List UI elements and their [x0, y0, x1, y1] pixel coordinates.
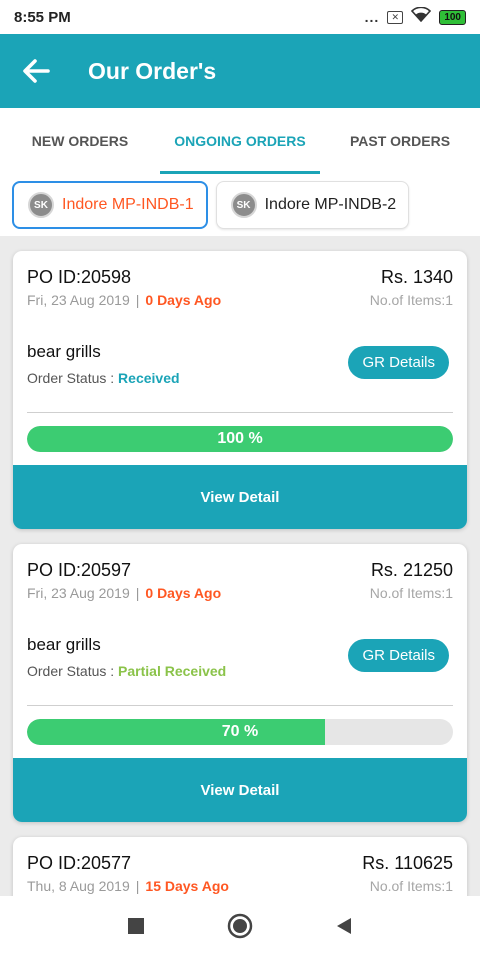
status-time: 8:55 PM: [14, 8, 71, 26]
store-chip-indb-1[interactable]: SK Indore MP-INDB-1: [12, 181, 208, 229]
divider: [27, 412, 453, 413]
app-bar: Our Order's: [0, 34, 480, 108]
recent-apps-button[interactable]: [127, 917, 145, 940]
system-nav-bar: [0, 896, 480, 960]
days-ago: 0 Days Ago: [145, 585, 222, 601]
item-count: No.of Items:1: [369, 292, 453, 308]
order-amount: Rs. 110625: [362, 853, 453, 873]
po-id: PO ID:20597: [27, 560, 132, 580]
progress-bar: 70 %: [27, 719, 453, 745]
tab-ongoing-orders[interactable]: ONGOING ORDERS: [160, 108, 320, 174]
progress-bar: 100 %: [27, 426, 453, 452]
progress-label: 100 %: [217, 430, 263, 447]
view-detail-button[interactable]: View Detail: [13, 465, 467, 529]
order-card: PO ID:20577 Rs. 110625 Thu, 8 Aug 2019 | 1…: [13, 837, 467, 896]
back-button[interactable]: [0, 34, 72, 108]
status-bar: 8:55 PM ... ✕ 100: [0, 0, 480, 34]
order-status-value: Received: [118, 370, 180, 386]
more-dots-icon: ...: [364, 9, 380, 25]
order-card: PO ID:20597 Rs. 21250 Fri, 23 Aug 2019 | 0…: [13, 544, 467, 822]
order-amount: Rs. 21250: [370, 560, 453, 580]
progress-label: 70 %: [221, 723, 259, 740]
po-id: PO ID:20598: [27, 267, 132, 287]
divider: [27, 705, 453, 706]
gr-details-button[interactable]: GR Details: [348, 639, 449, 672]
order-status-label: Order Status :: [27, 663, 115, 679]
store-label: Indore MP-INDB-2: [264, 196, 397, 213]
order-date: Fri, 23 Aug 2019: [27, 585, 130, 601]
item-count: No.of Items:1: [369, 878, 453, 894]
store-avatar: SK: [28, 192, 54, 218]
order-date: Fri, 23 Aug 2019: [27, 292, 130, 308]
item-count: No.of Items:1: [369, 585, 453, 601]
date-separator: |: [135, 292, 140, 308]
status-icons: ... ✕ 100: [364, 6, 466, 27]
view-detail-button[interactable]: View Detail: [13, 758, 467, 822]
store-label: Indore MP-INDB-1: [62, 196, 194, 213]
back-nav-button[interactable]: [335, 917, 353, 940]
order-date: Thu, 8 Aug 2019: [27, 878, 130, 894]
store-avatar: SK: [230, 192, 257, 218]
date-separator: |: [135, 878, 140, 894]
battery-icon: 100: [439, 9, 466, 25]
tab-new-orders[interactable]: NEW ORDERS: [0, 108, 160, 174]
gr-details-button[interactable]: GR Details: [348, 346, 449, 379]
tab-past-orders[interactable]: PAST ORDERS: [320, 108, 480, 174]
home-button[interactable]: [227, 913, 253, 944]
square-icon: [128, 917, 144, 934]
store-selector: SK Indore MP-INDB-1 SK Indore MP-INDB-2: [0, 174, 480, 236]
date-separator: |: [135, 585, 140, 601]
order-tabs: NEW ORDERS ONGOING ORDERS PAST ORDERS: [0, 108, 480, 174]
circle-icon: [227, 913, 253, 938]
po-id: PO ID:20577: [27, 853, 132, 873]
order-list[interactable]: PO ID:20598 Rs. 1340 Fri, 23 Aug 2019 | 0 …: [0, 236, 480, 896]
order-card: PO ID:20598 Rs. 1340 Fri, 23 Aug 2019 | 0 …: [13, 251, 467, 529]
order-status-label: Order Status :: [27, 370, 115, 386]
store-chip-indb-2[interactable]: SK Indore MP-INDB-2: [215, 181, 410, 229]
triangle-back-icon: [337, 917, 351, 934]
page-title: Our Order's: [88, 57, 217, 84]
days-ago: 0 Days Ago: [145, 292, 222, 308]
wifi-icon: [411, 6, 432, 27]
arrow-left-icon: [23, 59, 50, 83]
order-status-value: Partial Received: [118, 663, 227, 679]
order-amount: Rs. 1340: [380, 267, 453, 287]
no-sim-icon: ✕: [387, 10, 404, 24]
days-ago: 15 Days Ago: [145, 878, 229, 894]
